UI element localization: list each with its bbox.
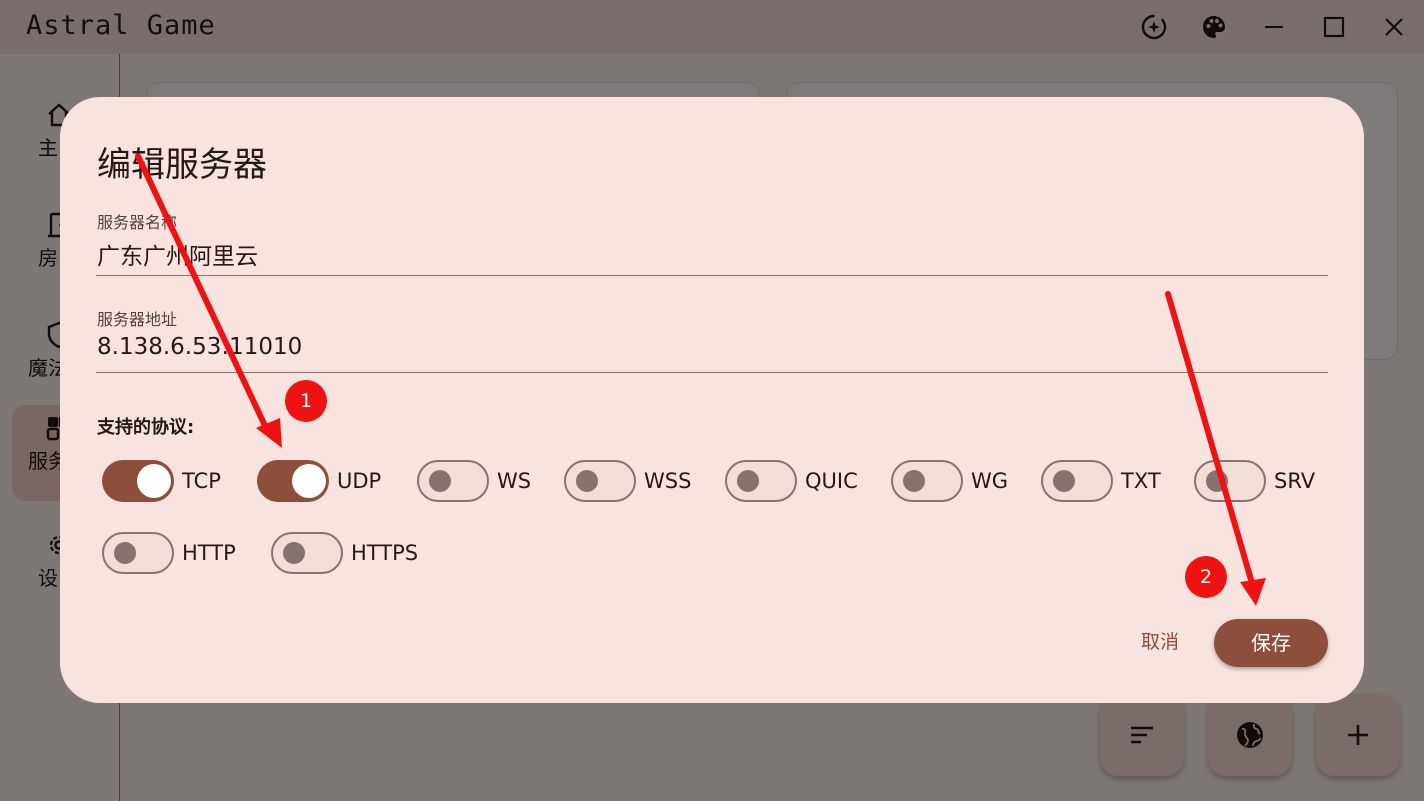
switch-knob xyxy=(576,469,598,492)
toggle-switch[interactable] xyxy=(257,460,329,502)
server-address-underline xyxy=(96,372,1328,373)
protocol-toggle-quic[interactable]: QUIC xyxy=(725,457,858,505)
toggle-switch[interactable] xyxy=(564,460,636,502)
switch-knob xyxy=(737,469,759,492)
save-button[interactable]: 保存 xyxy=(1214,619,1328,667)
switch-knob xyxy=(1206,469,1228,492)
switch-knob xyxy=(1053,469,1075,492)
switch-knob xyxy=(114,541,136,564)
server-name-input[interactable]: 广东广州阿里云 xyxy=(97,237,258,271)
protocol-label: HTTP xyxy=(182,541,236,565)
toggle-switch[interactable] xyxy=(102,532,174,574)
protocol-label: WS xyxy=(497,469,532,493)
toggle-switch[interactable] xyxy=(271,532,343,574)
protocol-label: HTTPS xyxy=(351,541,419,565)
protocol-toggle-ws[interactable]: WS xyxy=(417,457,531,505)
server-address-label: 服务器地址 xyxy=(97,310,178,329)
switch-knob xyxy=(429,469,451,492)
switch-knob xyxy=(292,464,326,498)
protocol-label: SRV xyxy=(1274,469,1316,493)
protocol-toggle-txt[interactable]: TXT xyxy=(1041,457,1161,505)
protocol-toggle-wg[interactable]: WG xyxy=(891,457,1008,505)
protocol-label: WG xyxy=(971,469,1009,493)
protocol-toggle-udp[interactable]: UDP xyxy=(257,457,381,505)
protocol-label: TCP xyxy=(182,469,221,493)
switch-knob xyxy=(903,469,925,492)
cancel-button[interactable]: 取消 xyxy=(1128,627,1192,657)
toggle-switch[interactable] xyxy=(102,460,174,502)
toggle-switch[interactable] xyxy=(417,460,489,502)
annotation-badge-1: 1 xyxy=(285,380,327,422)
edit-server-dialog: 编辑服务器 服务器名称 广东广州阿里云 服务器地址 8.138.6.53:110… xyxy=(60,97,1364,703)
server-address-input[interactable]: 8.138.6.53:11010 xyxy=(97,334,302,360)
toggle-switch[interactable] xyxy=(891,460,963,502)
protocol-label: QUIC xyxy=(805,469,858,493)
protocol-toggle-wss[interactable]: WSS xyxy=(564,457,691,505)
protocol-label: TXT xyxy=(1121,469,1161,493)
protocol-toggle-tcp[interactable]: TCP xyxy=(102,457,221,505)
protocol-toggle-http[interactable]: HTTP xyxy=(102,529,236,577)
annotation-badge-2: 2 xyxy=(1185,556,1227,598)
protocol-label: UDP xyxy=(337,469,382,493)
server-name-underline xyxy=(96,275,1328,276)
protocol-toggle-https[interactable]: HTTPS xyxy=(271,529,418,577)
protocol-label: WSS xyxy=(644,469,692,493)
toggle-switch[interactable] xyxy=(1041,460,1113,502)
switch-knob xyxy=(283,541,305,564)
dialog-title: 编辑服务器 xyxy=(97,145,267,185)
server-name-label: 服务器名称 xyxy=(97,213,178,232)
switch-knob xyxy=(137,464,171,498)
toggle-switch[interactable] xyxy=(1194,460,1266,502)
protocols-label: 支持的协议: xyxy=(97,417,195,438)
protocol-toggle-srv[interactable]: SRV xyxy=(1194,457,1315,505)
toggle-switch[interactable] xyxy=(725,460,797,502)
